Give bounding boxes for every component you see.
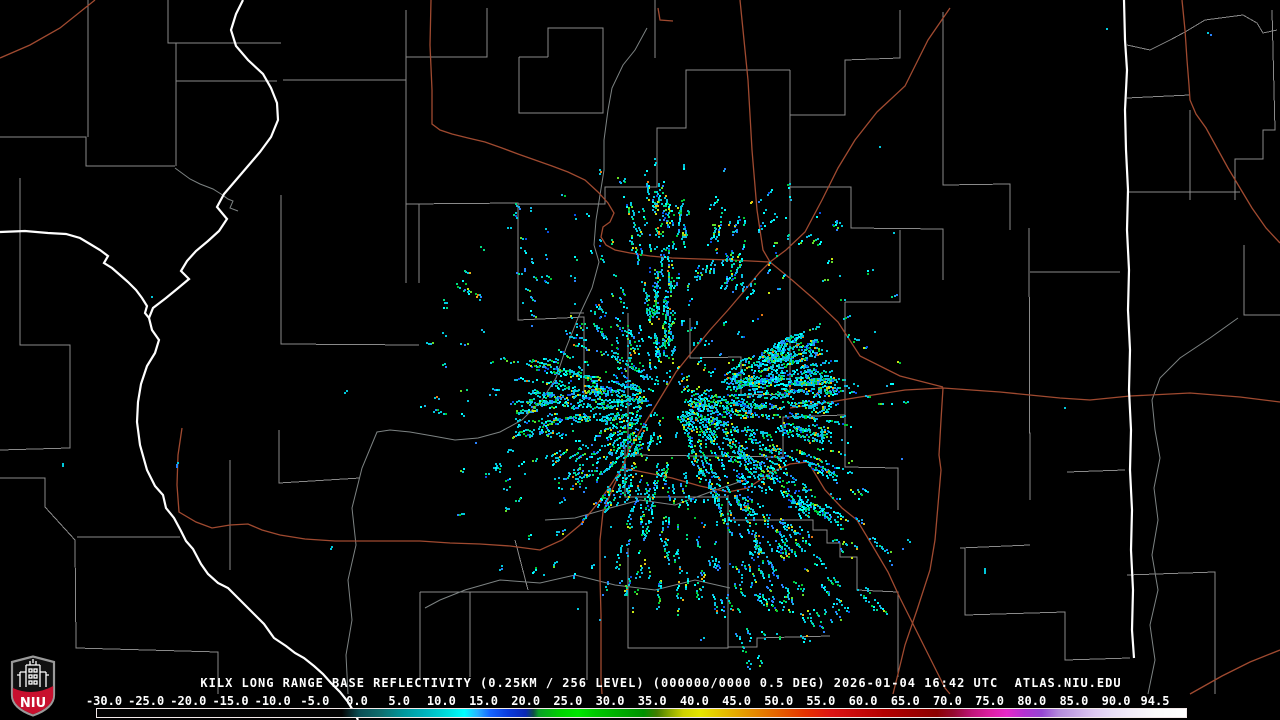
colorbar-tick-label: -30.0 xyxy=(85,694,123,708)
colorbar-tick-label: -25.0 xyxy=(128,694,165,708)
colorbar-tick-label: -10.0 xyxy=(254,694,291,708)
colorbar-tick-label: -20.0 xyxy=(170,694,207,708)
colorbar-tick-label: 70.0 xyxy=(932,694,962,708)
colorbar-tick-label: 15.0 xyxy=(469,694,498,708)
niu-logo-text: NIU xyxy=(20,696,46,711)
colorbar-tick-label: 25.0 xyxy=(553,694,583,708)
colorbar-gradient xyxy=(97,709,1186,717)
colorbar-tick-label: 85.0 xyxy=(1059,694,1089,708)
colorbar-tick-label: 75.0 xyxy=(975,694,1005,708)
colorbar-tick-label: 50.0 xyxy=(764,694,794,708)
niu-logo: NIU xyxy=(10,655,56,717)
colorbar-tick-label: -15.0 xyxy=(212,694,249,708)
colorbar-tick-label: 94.5 xyxy=(1140,694,1170,708)
map-background xyxy=(0,0,1280,720)
colorbar-tick-label: 45.0 xyxy=(722,694,751,708)
colorbar-tick-label: 60.0 xyxy=(848,694,878,708)
radar-map-canvas xyxy=(0,0,1280,720)
reflectivity-colorbar xyxy=(96,708,1187,718)
colorbar-tick-label: 65.0 xyxy=(890,694,920,708)
colorbar-tick-label: 10.0 xyxy=(426,694,456,708)
colorbar-tick-label: 40.0 xyxy=(679,694,709,708)
colorbar-tick-label: 55.0 xyxy=(806,694,836,708)
product-title: KILX LONG RANGE BASE REFLECTIVITY (0.25K… xyxy=(200,676,1122,690)
colorbar-tick-label: 90.0 xyxy=(1101,694,1131,708)
colorbar-tick-label: -5.0 xyxy=(300,694,330,708)
colorbar-tick-label: 30.0 xyxy=(595,694,625,708)
colorbar-tick-label: 5.0 xyxy=(388,694,411,708)
colorbar-tick-label: 0.0 xyxy=(346,694,368,708)
colorbar-tick-label: 20.0 xyxy=(511,694,541,708)
colorbar-tick-labels: -30.0 -25.0 -20.0 -15.0 -10.0 -5.0 0.0 5.0 10.0 1… xyxy=(86,694,1186,708)
radar-display: KILX LONG RANGE BASE REFLECTIVITY (0.25K… xyxy=(0,0,1280,720)
colorbar-tick-label: 35.0 xyxy=(637,694,667,708)
colorbar-tick-label: 80.0 xyxy=(1017,694,1047,708)
